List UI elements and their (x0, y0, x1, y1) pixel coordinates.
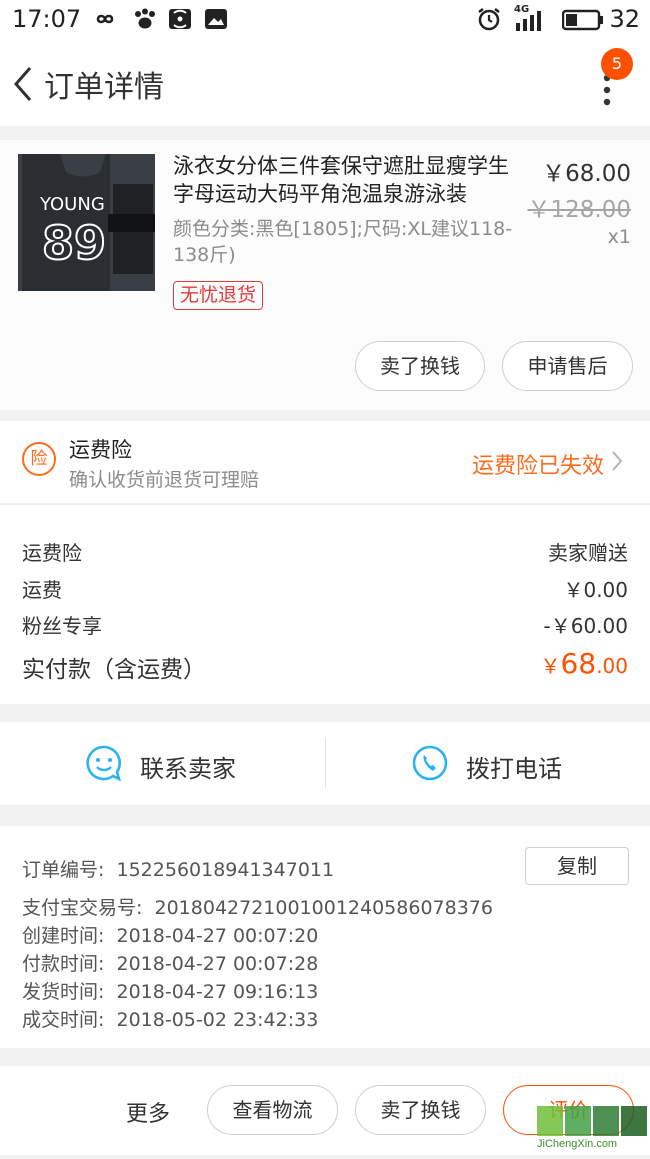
product-thumbnail[interactable]: YOUNG 89 (18, 154, 155, 291)
chat-bubble-icon (86, 745, 122, 782)
shipping-insurance-row[interactable]: 险 运费险 确认收货前退货可理赔 运费险已失效 (0, 421, 650, 503)
product-image-text: YOUNG (40, 194, 105, 215)
alipay-trade-row: 支付宝交易号: 2018042721001001240586078376 (22, 893, 493, 920)
more-actions-button[interactable]: 更多 (126, 1096, 170, 1128)
completed-time-label: 成交时间: (22, 1009, 105, 1031)
created-time-label: 创建时间: (22, 925, 105, 947)
image-notification-icon (205, 9, 227, 29)
paid-time-value: 2018-04-27 00:07:28 (116, 953, 319, 975)
insurance-subtitle: 确认收货前退货可理赔 (69, 469, 260, 491)
insurance-title: 运费险 (69, 438, 132, 462)
paw-icon (135, 8, 155, 29)
shipped-time-value: 2018-04-27 09:16:13 (116, 981, 319, 1003)
order-number-label: 订单编号: (22, 859, 105, 881)
insurance-icon: 险 (22, 442, 56, 476)
total-decimal: .00 (596, 654, 628, 678)
total-integer: 68 (560, 647, 597, 680)
completed-time-value: 2018-05-02 23:42:33 (116, 1009, 319, 1031)
call-phone-button[interactable]: 拨打电话 (326, 722, 650, 805)
alipay-trade-label: 支付宝交易号: (22, 897, 143, 919)
fee-value-shipping: ￥0.00 (563, 578, 628, 602)
fee-label-insurance: 运费险 (22, 541, 82, 565)
total-paid-amount: ￥68.00 (541, 647, 628, 680)
created-time-row: 创建时间: 2018-04-27 00:07:20 (22, 921, 318, 948)
message-badge: 5 (601, 48, 633, 80)
product-original-price: ￥128.00 (527, 197, 631, 223)
product-title[interactable]: 泳衣女分体三件套保守遮肚显瘦学生字母运动大码平角泡温泉游泳装 (173, 152, 528, 208)
product-image-number: 89 (41, 215, 107, 271)
total-paid-label: 实付款（含运费） (22, 657, 206, 683)
contact-seller-label: 联系卖家 (140, 755, 236, 783)
insurance-status: 运费险已失效 (471, 454, 604, 479)
site-watermark: JiChengXin.com (535, 1104, 650, 1155)
sell-button[interactable]: 卖了换钱 (355, 341, 485, 391)
total-currency: ￥ (540, 654, 561, 678)
phone-icon (412, 745, 448, 781)
product-quantity: x1 (607, 226, 631, 248)
fee-value-insurance: 卖家赠送 (548, 541, 628, 565)
paid-time-label: 付款时间: (22, 953, 105, 975)
status-time: 17:07 (12, 5, 82, 33)
fee-value-fan-discount: -￥60.00 (543, 614, 628, 638)
fee-label-shipping: 运费 (22, 578, 62, 602)
call-phone-label: 拨打电话 (466, 755, 562, 783)
order-item[interactable]: YOUNG 89 泳衣女分体三件套保守遮肚显瘦学生字母运动大码平角泡温泉游泳装 … (0, 140, 650, 410)
view-logistics-button[interactable]: 查看物流 (207, 1085, 338, 1135)
fee-label-fan-discount: 粉丝专享 (22, 614, 102, 638)
sell-again-button[interactable]: 卖了换钱 (355, 1085, 486, 1135)
chevron-right-icon (612, 451, 623, 471)
return-guarantee-tag: 无忧退货 (173, 281, 264, 310)
alarm-icon (478, 8, 500, 31)
fee-summary: 运费险 卖家赠送 运费 ￥0.00 粉丝专享 -￥60.00 实付款（含运费） … (0, 504, 650, 704)
after-sale-button[interactable]: 申请售后 (502, 341, 633, 391)
battery-icon (562, 9, 603, 31)
created-time-value: 2018-04-27 00:07:20 (116, 925, 319, 947)
shipped-time-row: 发货时间: 2018-04-27 09:16:13 (22, 977, 318, 1004)
alipay-trade-value: 2018042721001001240586078376 (154, 897, 493, 919)
nav-bar: 订单详情 5 (0, 40, 650, 126)
infinity-icon (96, 14, 114, 24)
hotspot-icon (169, 9, 191, 29)
paid-time-row: 付款时间: 2018-04-27 00:07:28 (22, 949, 318, 976)
watermark-text: JiChengXin.com (537, 1138, 618, 1150)
copy-order-number-button[interactable]: 复制 (525, 847, 629, 885)
shipped-time-label: 发货时间: (22, 981, 105, 1003)
product-price: ￥68.00 (542, 161, 631, 187)
completed-time-row: 成交时间: 2018-05-02 23:42:33 (22, 1005, 318, 1032)
page-title: 订单详情 (44, 70, 164, 105)
order-info: 订单编号: 152256018941347011 复制 支付宝交易号: 2018… (0, 826, 650, 1048)
status-bar: 17:07 4G 32 (0, 0, 650, 40)
signal-icon (516, 11, 541, 31)
product-sku: 颜色分类:黑色[1805];尺码:XL建议118-138斤) (173, 218, 513, 266)
contact-seller-button[interactable]: 联系卖家 (0, 722, 325, 805)
order-number-value: 152256018941347011 (116, 859, 335, 881)
contact-bar: 联系卖家 拨打电话 (0, 722, 650, 805)
order-number-row: 订单编号: 152256018941347011 (22, 855, 334, 882)
back-arrow-icon[interactable] (8, 64, 38, 104)
battery-level: 32 (609, 5, 640, 33)
